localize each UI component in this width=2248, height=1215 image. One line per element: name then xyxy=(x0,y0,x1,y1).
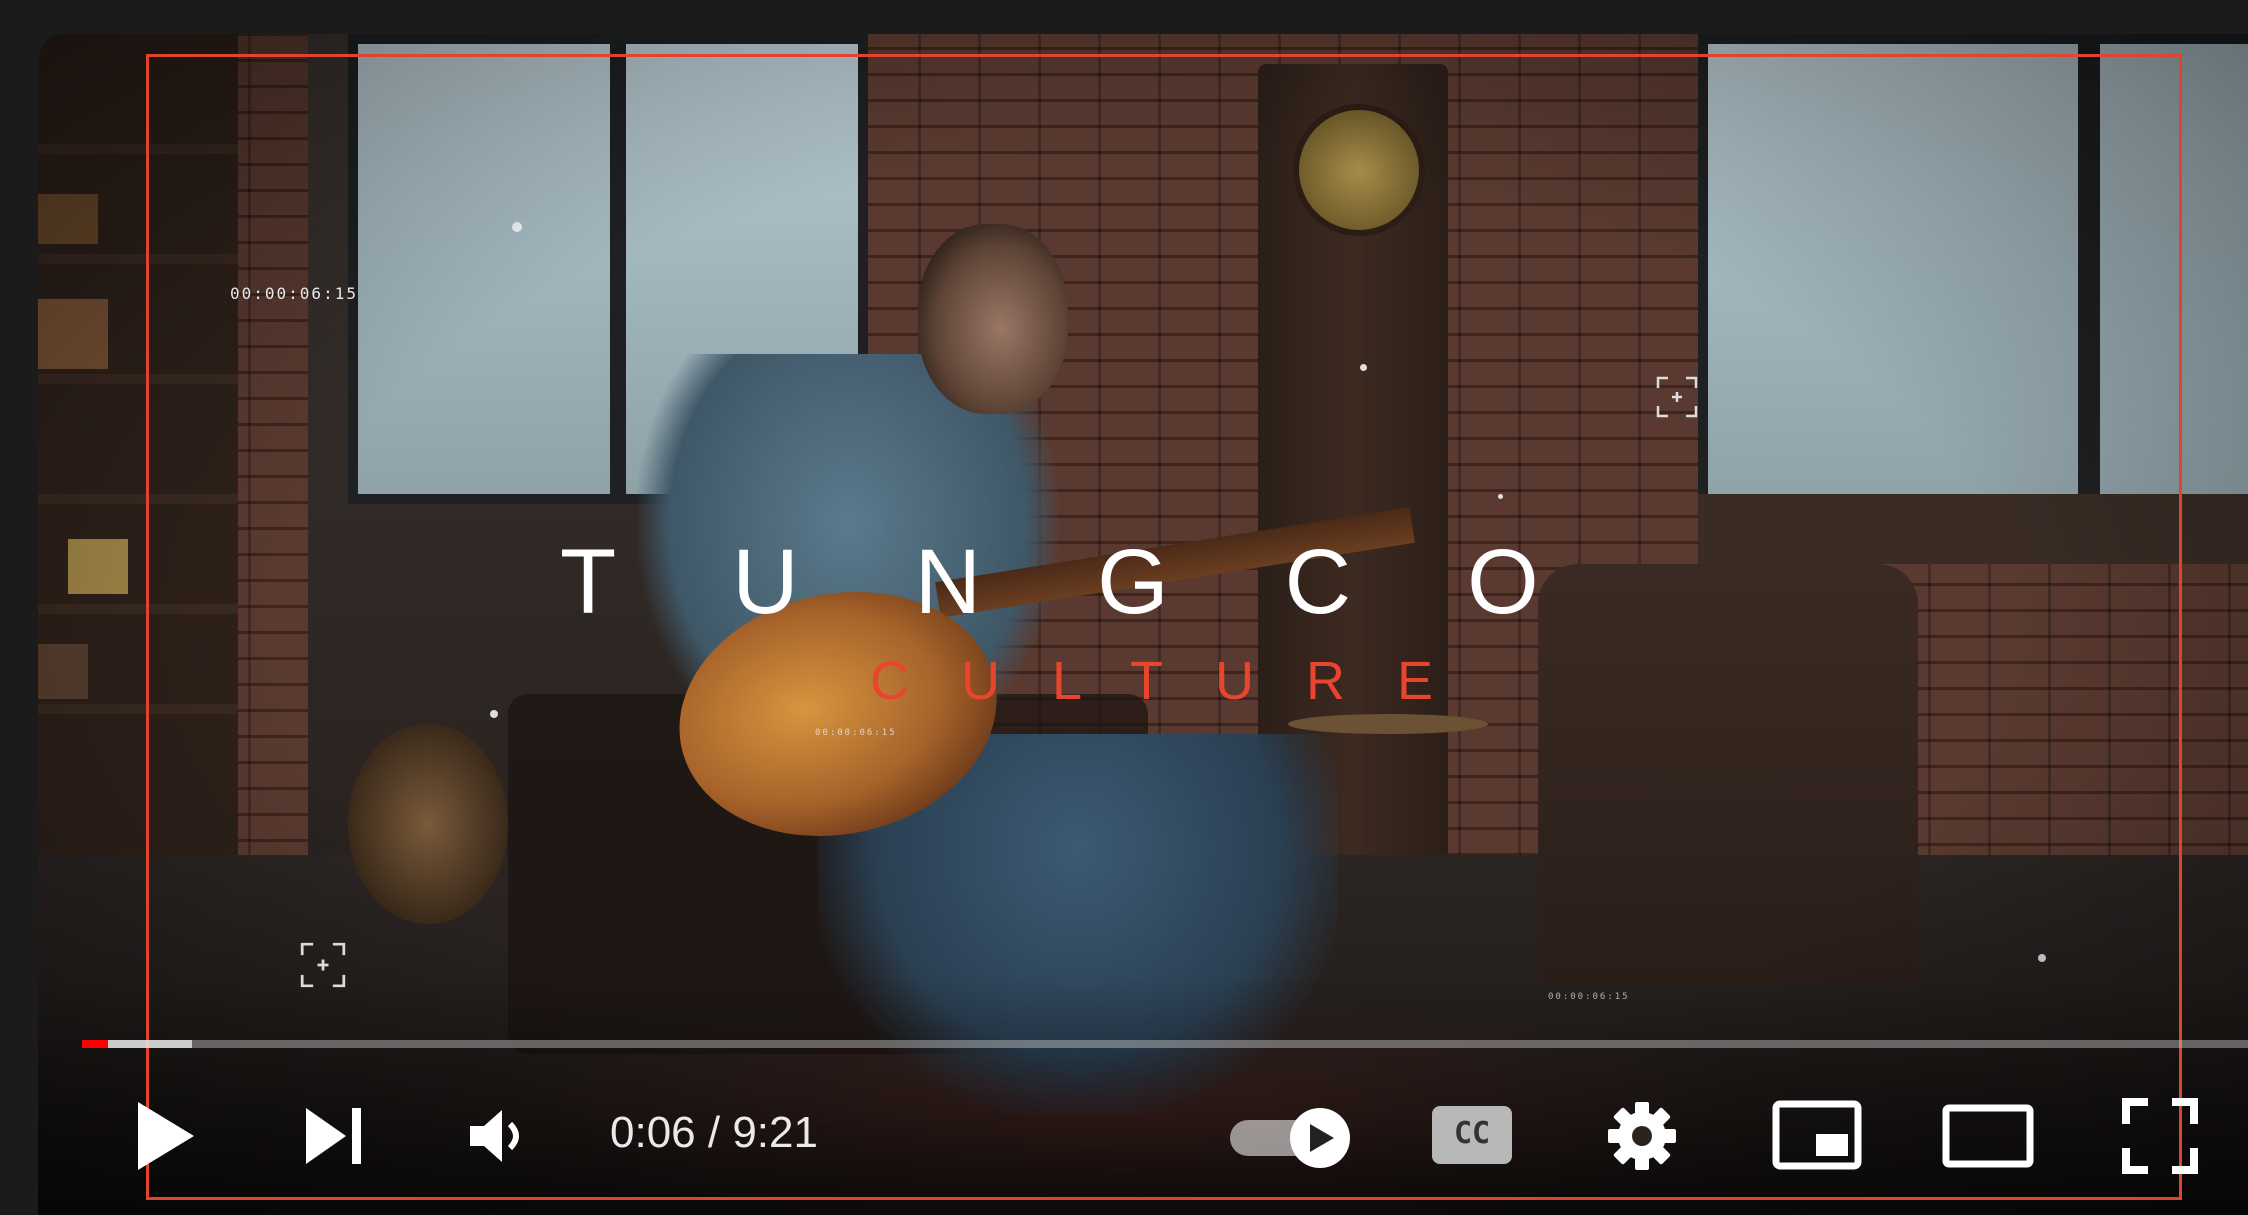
play-icon xyxy=(138,1102,194,1170)
fullscreen-icon xyxy=(2122,1098,2198,1174)
play-button[interactable] xyxy=(132,1098,198,1174)
next-track-icon xyxy=(306,1108,361,1164)
time-separator: / xyxy=(695,1108,733,1157)
theater-mode-button[interactable] xyxy=(1942,1104,2034,1168)
miniplayer-icon xyxy=(1772,1100,1862,1170)
current-time: 0:06 xyxy=(610,1108,696,1157)
progress-played xyxy=(82,1040,108,1048)
volume-button[interactable] xyxy=(468,1108,528,1164)
overlay-timecode-small: 00:00:06:15 xyxy=(1548,992,1630,1002)
gear-icon xyxy=(1608,1102,1676,1170)
captions-button[interactable]: CC xyxy=(1432,1106,1512,1164)
overlay-timecode-small: 00:00:06:15 xyxy=(815,728,897,738)
next-button[interactable] xyxy=(302,1104,366,1168)
autoplay-toggle-icon xyxy=(1230,1108,1350,1168)
duration: 9:21 xyxy=(732,1108,818,1157)
time-display: 0:06 / 9:21 xyxy=(610,1108,818,1158)
captions-label: CC xyxy=(1453,1116,1491,1151)
brand-subtitle: CULTURE xyxy=(870,651,1486,711)
settings-button[interactable] xyxy=(1606,1100,1678,1172)
focus-bracket-icon xyxy=(1656,376,1698,418)
progress-bar[interactable] xyxy=(82,1040,2248,1048)
theater-mode-icon xyxy=(1942,1104,2034,1168)
autoplay-toggle[interactable] xyxy=(1228,1106,1356,1170)
fullscreen-button[interactable] xyxy=(2122,1098,2198,1174)
brand-title: TUNGCO xyxy=(560,531,1655,633)
volume-icon xyxy=(470,1110,519,1162)
miniplayer-button[interactable] xyxy=(1772,1100,1862,1170)
focus-bracket-icon xyxy=(300,942,346,988)
overlay-timecode: 00:00:06:15 xyxy=(230,284,358,303)
